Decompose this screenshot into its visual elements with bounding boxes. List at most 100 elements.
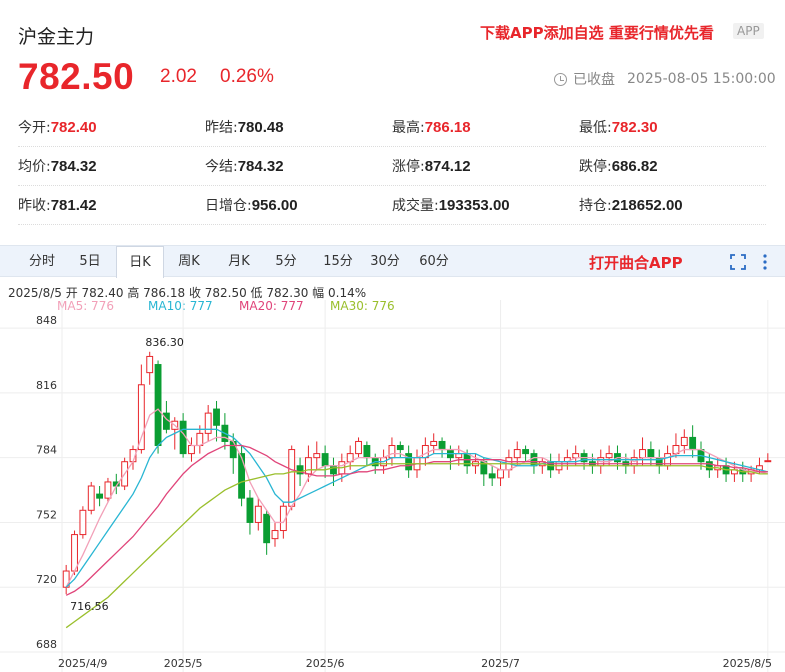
candle-body bbox=[137, 384, 145, 451]
stat-item: 今结:784.32 bbox=[205, 156, 392, 176]
price-change-percent: 0.26% bbox=[220, 66, 274, 87]
candle-body bbox=[246, 497, 254, 523]
y-tick-label: 752 bbox=[36, 508, 57, 521]
stat-value: 780.48 bbox=[237, 119, 284, 136]
stat-item: 今开:782.40 bbox=[18, 117, 205, 137]
x-tick-label: 2025/8/5 bbox=[723, 657, 772, 670]
candle-body bbox=[421, 445, 429, 459]
stat-item: 均价:784.32 bbox=[18, 156, 205, 176]
candle-body bbox=[689, 436, 697, 451]
open-app-link[interactable]: 打开曲合APP bbox=[589, 252, 683, 273]
stat-label: 涨停: bbox=[392, 159, 425, 175]
more-options-icon[interactable] bbox=[762, 253, 768, 271]
stat-value: 193353.00 bbox=[438, 197, 510, 214]
stat-label: 昨结: bbox=[205, 120, 238, 136]
tab-6[interactable]: 15分 bbox=[316, 246, 360, 277]
candle-body bbox=[271, 530, 279, 540]
stat-label: 今结: bbox=[205, 159, 238, 175]
candlestick-chart[interactable]: 848 816 784 752 720 6882025/4/9 2025/5 2025/6 20… bbox=[0, 300, 785, 672]
candle-body bbox=[430, 440, 438, 447]
stat-item: 最高:786.18 bbox=[392, 117, 579, 137]
stat-item: 持仓:218652.00 bbox=[579, 195, 766, 215]
candle-body bbox=[96, 493, 104, 499]
candle-body bbox=[104, 481, 112, 499]
tab-5[interactable]: 5分 bbox=[266, 246, 306, 277]
stat-value: 784.32 bbox=[237, 158, 284, 175]
tab-7[interactable]: 30分 bbox=[364, 246, 406, 277]
stat-label: 最高: bbox=[392, 120, 425, 136]
clock-icon bbox=[554, 72, 567, 86]
candle-body bbox=[330, 465, 337, 475]
stat-item: 成交量:193353.00 bbox=[392, 195, 579, 215]
stat-label: 最低: bbox=[579, 120, 612, 136]
stats-row: 均价:784.32 今结:784.32 涨停:874.12 跌停:686.82 bbox=[18, 147, 766, 186]
stats-row: 今开:782.40 昨结:780.48 最高:786.18 最低:782.30 bbox=[18, 108, 766, 147]
stat-value: 786.18 bbox=[424, 119, 471, 136]
stat-label: 成交量: bbox=[392, 198, 439, 214]
candle-body bbox=[363, 445, 371, 459]
stat-value: 782.40 bbox=[50, 119, 97, 136]
fullscreen-icon[interactable] bbox=[730, 254, 746, 270]
candle-body bbox=[154, 364, 162, 447]
chart-period-tabs: 打开曲合APP 分时 5日 日K 周K 月K 5分 15分 30分 60分 bbox=[0, 245, 785, 278]
candle-body bbox=[254, 505, 262, 523]
candle-body bbox=[705, 461, 713, 471]
stat-item: 日增仓:956.00 bbox=[205, 195, 392, 215]
candle-body bbox=[680, 436, 688, 447]
x-tick-label: 2025/4/9 bbox=[58, 657, 107, 670]
app-badge[interactable]: APP bbox=[733, 23, 764, 39]
candle-body bbox=[388, 445, 396, 459]
candle-body bbox=[497, 469, 504, 479]
candle-body bbox=[321, 453, 329, 467]
stat-value: 874.12 bbox=[424, 158, 471, 175]
stat-value: 781.42 bbox=[50, 197, 97, 214]
stat-item: 跌停:686.82 bbox=[579, 156, 766, 176]
market-status: 已收盘 2025-08-05 15:00:00 bbox=[554, 69, 776, 89]
extreme-label: 836.30 bbox=[145, 336, 184, 349]
x-tick-label: 2025/5 bbox=[164, 657, 203, 670]
stat-label: 昨收: bbox=[18, 198, 51, 214]
stat-value: 218652.00 bbox=[611, 197, 683, 214]
candle-body bbox=[229, 440, 237, 459]
tab-1[interactable]: 5日 bbox=[70, 246, 110, 277]
candle-body bbox=[522, 449, 530, 455]
stat-label: 日增仓: bbox=[205, 198, 252, 214]
stat-value: 956.00 bbox=[251, 197, 298, 214]
candle-body bbox=[196, 432, 204, 447]
quote-stats-table: 今开:782.40 昨结:780.48 最高:786.18 最低:782.30 均价:7… bbox=[18, 108, 766, 225]
tab-0[interactable]: 分时 bbox=[22, 246, 62, 277]
price-change: 2.02 bbox=[160, 66, 197, 87]
x-tick-label: 2025/7 bbox=[481, 657, 520, 670]
tab-8[interactable]: 60分 bbox=[412, 246, 456, 277]
candle-body bbox=[513, 449, 521, 459]
y-tick-label: 848 bbox=[36, 314, 57, 327]
stat-label: 今开: bbox=[18, 120, 51, 136]
download-app-promo-link[interactable]: 下载APP添加自选 重要行情优先看 bbox=[480, 22, 714, 43]
candle-body bbox=[396, 445, 404, 451]
tab-4[interactable]: 月K bbox=[216, 246, 262, 277]
candle-body bbox=[71, 534, 78, 572]
candle-body bbox=[639, 449, 646, 459]
stat-item: 涨停:874.12 bbox=[392, 156, 579, 176]
candle-body bbox=[146, 355, 154, 374]
extreme-label: 716.56 bbox=[70, 600, 109, 613]
y-tick-label: 784 bbox=[36, 444, 57, 457]
tab-3[interactable]: 周K bbox=[166, 246, 212, 277]
quote-datetime: 2025-08-05 15:00:00 bbox=[627, 71, 776, 87]
candle-body bbox=[304, 457, 312, 475]
y-tick-label: 720 bbox=[36, 573, 57, 586]
y-tick-label: 688 bbox=[36, 638, 57, 651]
tab-2[interactable]: 日K bbox=[116, 246, 164, 278]
stat-item: 最低:782.30 bbox=[579, 117, 766, 137]
stat-value: 784.32 bbox=[50, 158, 97, 175]
stat-item: 昨结:780.48 bbox=[205, 117, 392, 137]
candle-body bbox=[488, 473, 496, 479]
candle-body bbox=[87, 485, 95, 511]
market-status-text: 已收盘 bbox=[573, 72, 615, 88]
stat-label: 跌停: bbox=[579, 159, 612, 175]
candle-body bbox=[79, 509, 87, 536]
candle-body bbox=[288, 449, 296, 507]
candle-body bbox=[355, 440, 362, 455]
candle-body bbox=[438, 440, 446, 451]
candle-body bbox=[605, 453, 613, 459]
